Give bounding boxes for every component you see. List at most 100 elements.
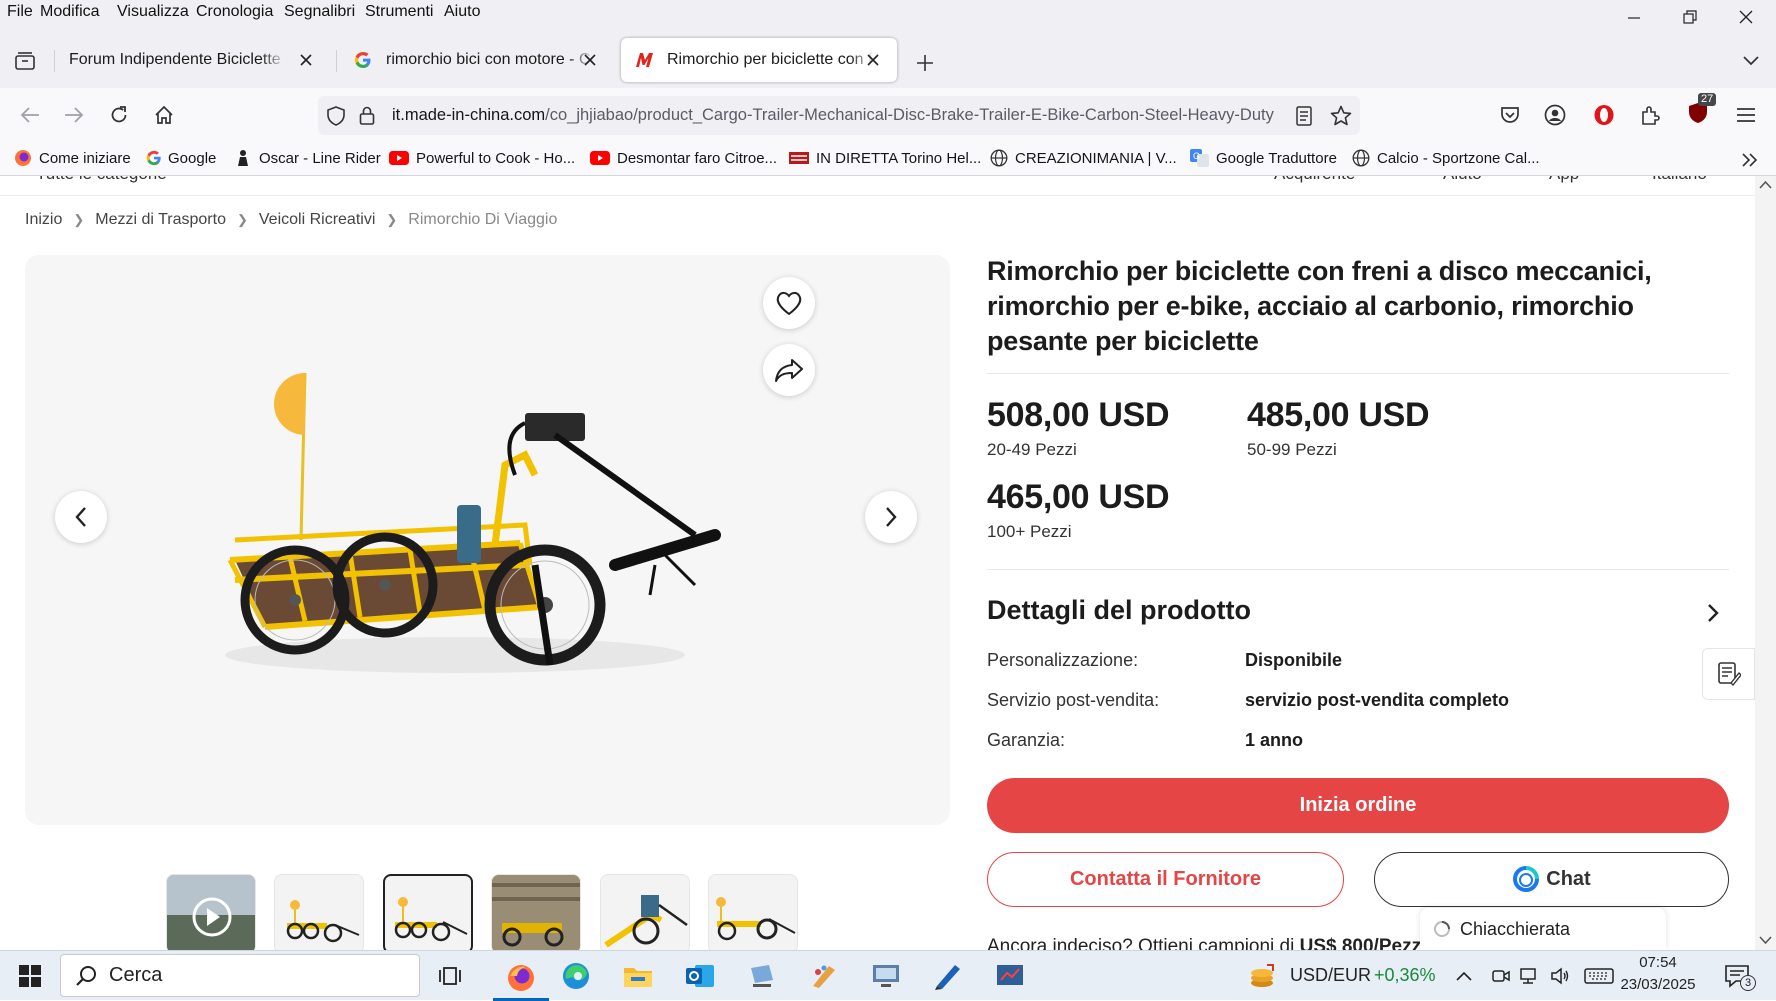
chevron-right-icon: ❯ bbox=[386, 212, 398, 227]
menu-aiuto[interactable]: Aiuto bbox=[444, 3, 480, 21]
tab-close-button[interactable] bbox=[863, 50, 883, 70]
thumbnail-5[interactable] bbox=[600, 874, 690, 950]
app-menu-button[interactable] bbox=[1728, 97, 1764, 133]
meet-now-icon[interactable] bbox=[1490, 957, 1512, 995]
tracking-protection-icon[interactable] bbox=[324, 104, 348, 128]
breadcrumb-mezzi-trasporto[interactable]: Mezzi di Trasporto bbox=[95, 211, 226, 229]
show-hidden-icons-button[interactable] bbox=[1452, 957, 1476, 995]
header-link-language[interactable]: Italiano bbox=[1652, 176, 1707, 184]
bookmark-google[interactable]: Google bbox=[146, 149, 216, 167]
edge-icon bbox=[563, 963, 589, 989]
header-link-help[interactable]: Aiuto bbox=[1443, 176, 1482, 184]
product-details-heading[interactable]: Dettagli del prodotto bbox=[987, 595, 1251, 626]
notes-side-button[interactable] bbox=[1702, 648, 1755, 700]
menu-strumenti[interactable]: Strumenti bbox=[365, 3, 433, 21]
details-expand-button[interactable] bbox=[1700, 600, 1726, 626]
bookmark-google-traduttore[interactable]: G Google Traduttore bbox=[1190, 149, 1337, 167]
bookmark-desmontar-faro[interactable]: Desmontar faro Citroe... bbox=[590, 149, 777, 167]
favorite-button[interactable] bbox=[763, 277, 815, 329]
scroll-up-icon[interactable] bbox=[1759, 180, 1772, 189]
chat-popup[interactable]: Chiacchierata bbox=[1420, 908, 1666, 950]
scroll-down-icon[interactable] bbox=[1759, 936, 1772, 945]
pocket-button[interactable] bbox=[1492, 97, 1528, 133]
task-view-button[interactable] bbox=[430, 957, 470, 995]
ublock-button[interactable]: 27 bbox=[1680, 93, 1717, 131]
clock-date[interactable]: 23/03/2025 bbox=[1610, 976, 1706, 993]
notification-center-button[interactable]: 3 bbox=[1718, 957, 1758, 995]
taskbar-app-remote[interactable] bbox=[742, 957, 782, 995]
opera-extension-button[interactable] bbox=[1586, 97, 1622, 133]
contact-supplier-button[interactable]: Contatta il Fornitore bbox=[987, 852, 1344, 907]
share-button[interactable] bbox=[763, 344, 815, 396]
header-link-buyer[interactable]: Acquirente bbox=[1274, 176, 1355, 184]
bookmark-line-rider[interactable]: Oscar - Line Rider bbox=[234, 149, 381, 167]
tab-made-in-china[interactable]: Rimorchio per biciclette con freni a dis… bbox=[621, 38, 897, 82]
start-button[interactable] bbox=[10, 957, 50, 995]
reader-view-button[interactable] bbox=[1292, 104, 1316, 128]
taskbar-editor[interactable] bbox=[928, 957, 968, 995]
breadcrumb-veicoli-ricreativi[interactable]: Veicoli Ricreativi bbox=[259, 211, 375, 229]
header-link-app[interactable]: App bbox=[1549, 176, 1579, 184]
back-button[interactable] bbox=[12, 97, 48, 133]
menu-cronologia[interactable]: Cronologia bbox=[196, 3, 273, 21]
list-all-tabs-button[interactable] bbox=[1738, 48, 1764, 74]
thumbnail-video[interactable] bbox=[166, 874, 256, 950]
tab-google-search[interactable]: rimorchio bici con motore - Cerca con Go… bbox=[340, 38, 614, 82]
bookmark-torino-diretta[interactable]: IN DIRETTA Torino Hel... bbox=[789, 149, 981, 167]
currency-pair[interactable]: USD/EUR bbox=[1290, 965, 1371, 986]
previous-image-button[interactable] bbox=[55, 491, 107, 543]
account-icon bbox=[1544, 104, 1566, 126]
url-text[interactable]: it.made-in-china.com/co_jhjiabao/product… bbox=[392, 106, 1282, 125]
translate-icon: G bbox=[1190, 149, 1209, 167]
tab-close-button[interactable] bbox=[580, 50, 600, 70]
extensions-button[interactable] bbox=[1632, 97, 1668, 133]
volume-icon[interactable] bbox=[1548, 957, 1572, 995]
taskbar-firefox[interactable] bbox=[493, 957, 549, 1001]
account-button[interactable] bbox=[1537, 97, 1573, 133]
menu-segnalibri[interactable]: Segnalibri bbox=[284, 3, 355, 21]
taskbar-display[interactable] bbox=[866, 957, 906, 995]
thumbnail-6[interactable] bbox=[708, 874, 798, 950]
bookmarks-toolbar: Come iniziare Google Oscar - Line Rider … bbox=[0, 143, 1776, 176]
forward-button[interactable] bbox=[56, 97, 92, 133]
new-tab-button[interactable] bbox=[912, 50, 938, 76]
menu-visualizza[interactable]: Visualizza bbox=[117, 3, 189, 21]
product-image[interactable] bbox=[195, 365, 795, 685]
network-icon[interactable] bbox=[1518, 957, 1542, 995]
taskbar-file-explorer[interactable] bbox=[618, 957, 658, 995]
taskbar-edge[interactable] bbox=[556, 957, 596, 995]
news-icon bbox=[789, 149, 809, 167]
home-button[interactable] bbox=[146, 97, 182, 133]
lock-icon[interactable] bbox=[356, 104, 378, 128]
bookmark-powerful-to-cook[interactable]: Powerful to Cook - Ho... bbox=[389, 149, 575, 167]
breadcrumb-inizio[interactable]: Inizio bbox=[25, 211, 62, 229]
taskbar-monitor-app[interactable] bbox=[990, 957, 1030, 995]
all-categories-link[interactable]: Tutte le categorie bbox=[36, 176, 167, 184]
chevron-right-icon bbox=[886, 507, 897, 527]
thumbnail-4[interactable] bbox=[491, 874, 581, 950]
bookmark-star-button[interactable] bbox=[1328, 103, 1354, 129]
bookmark-creazionimania[interactable]: CREAZIONIMANIA | V... bbox=[990, 149, 1177, 167]
taskbar-paint[interactable] bbox=[804, 957, 844, 995]
tab-forum[interactable]: Forum Indipendente Biciclette Elettriche bbox=[55, 38, 330, 82]
taskbar-search[interactable]: Cerca bbox=[60, 954, 420, 997]
thumbnail-3-selected[interactable] bbox=[383, 874, 473, 950]
sample-price[interactable]: US$ 800/Pezzo bbox=[1300, 936, 1433, 950]
currency-widget-icon[interactable] bbox=[1245, 957, 1279, 995]
thumbnail-2[interactable] bbox=[274, 874, 364, 950]
tab-close-button[interactable] bbox=[296, 50, 316, 70]
start-order-button[interactable]: Inizia ordine bbox=[987, 778, 1729, 833]
next-image-button[interactable] bbox=[865, 491, 917, 543]
bookmark-come-iniziare[interactable]: Come iniziare bbox=[14, 149, 131, 167]
more-bookmarks-button[interactable] bbox=[1738, 149, 1762, 171]
clock-time[interactable]: 07:54 bbox=[1610, 954, 1706, 971]
menu-file[interactable]: File bbox=[7, 3, 33, 21]
chat-button[interactable]: Chat bbox=[1374, 852, 1729, 907]
address-bar[interactable]: it.made-in-china.com/co_jhjiabao/product… bbox=[318, 96, 1360, 135]
firefox-view-button[interactable] bbox=[12, 48, 38, 74]
page-scrollbar[interactable] bbox=[1755, 176, 1776, 950]
taskbar-outlook[interactable] bbox=[680, 957, 720, 995]
menu-modifica[interactable]: Modifica bbox=[40, 3, 100, 21]
bookmark-sportzone[interactable]: Calcio - Sportzone Cal... bbox=[1352, 149, 1540, 167]
reload-button[interactable] bbox=[101, 97, 137, 133]
